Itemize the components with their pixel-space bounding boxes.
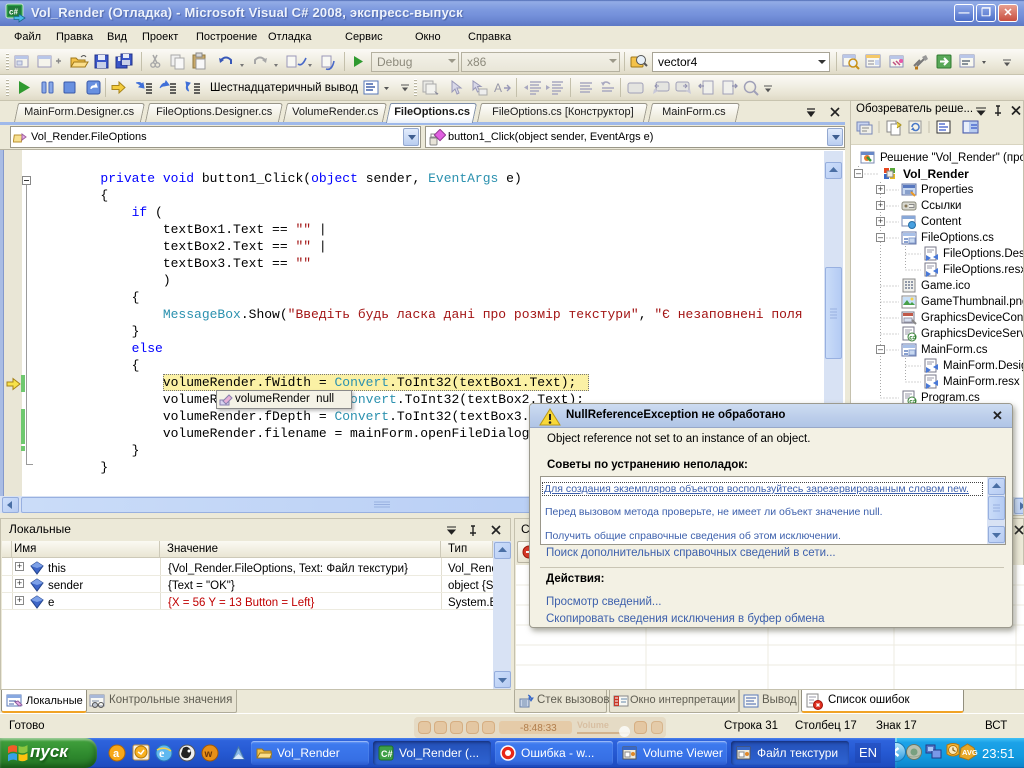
- svg-text:C#: C#: [381, 749, 393, 759]
- svg-text:AVG: AVG: [962, 748, 978, 757]
- svg-text:a: a: [113, 748, 120, 760]
- svg-text:c#: c#: [909, 335, 917, 342]
- svg-text:A: A: [494, 81, 502, 95]
- svg-text:w: w: [204, 749, 213, 760]
- svg-text:c#: c#: [9, 8, 18, 17]
